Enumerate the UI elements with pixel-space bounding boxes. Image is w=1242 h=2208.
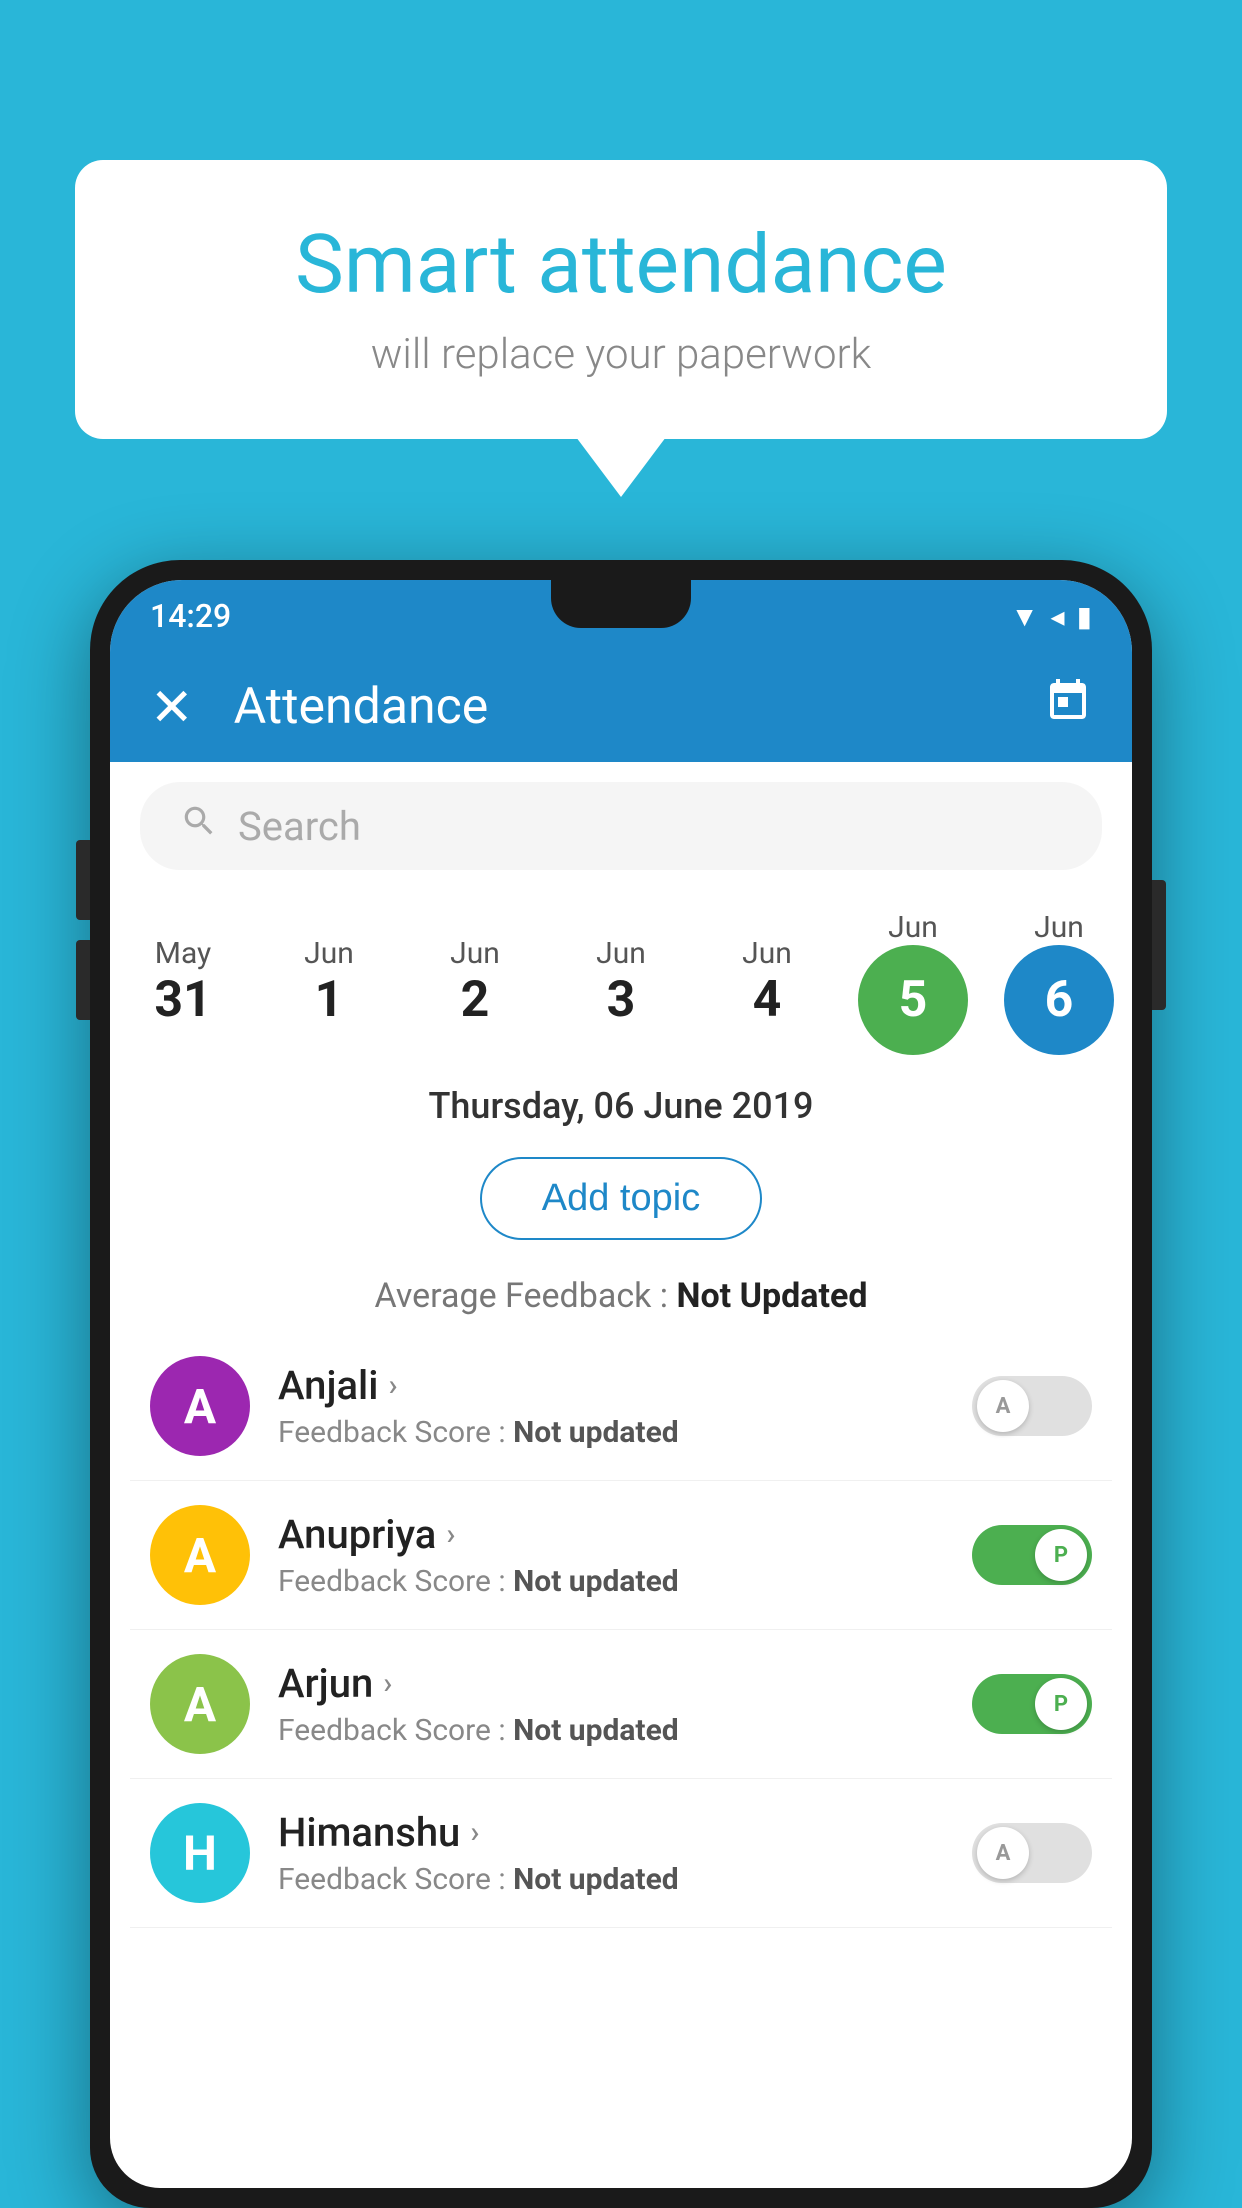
chevron-right-icon: ›	[446, 1517, 455, 1552]
speech-bubble-subtitle: will replace your paperwork	[155, 330, 1087, 379]
student-feedback-score: Feedback Score : Not updated	[278, 1564, 944, 1599]
student-name: Anupriya ›	[278, 1511, 944, 1558]
toggle-knob: P	[1035, 1678, 1087, 1730]
chevron-right-icon: ›	[470, 1815, 479, 1850]
status-time: 14:29	[150, 597, 231, 635]
avatar: A	[150, 1356, 250, 1456]
calendar-day-0[interactable]: May31	[118, 936, 248, 1029]
attendance-toggle-1[interactable]: P	[972, 1525, 1092, 1585]
selected-date-label: Thursday, 06 June 2019	[110, 1065, 1132, 1137]
calendar-day-number: 2	[410, 971, 540, 1029]
wifi-icon: ▼	[1011, 600, 1039, 633]
student-info: Himanshu › Feedback Score : Not updated	[278, 1809, 944, 1897]
calendar-month-label: Jun	[702, 936, 832, 971]
toggle-knob: A	[977, 1380, 1029, 1432]
speech-bubble-container: Smart attendance will replace your paper…	[75, 160, 1167, 497]
app-bar: ✕ Attendance	[110, 652, 1132, 762]
speech-bubble-arrow	[576, 437, 666, 497]
avatar: A	[150, 1505, 250, 1605]
app-bar-title: Attendance	[234, 678, 1044, 736]
status-icons: ▼ ◂ ▮	[1011, 600, 1092, 633]
status-bar: 14:29 ▼ ◂ ▮	[110, 580, 1132, 652]
avg-feedback-value: Not Updated	[676, 1276, 867, 1316]
notch	[551, 580, 691, 628]
speech-bubble: Smart attendance will replace your paper…	[75, 160, 1167, 439]
student-feedback-score: Feedback Score : Not updated	[278, 1862, 944, 1897]
average-feedback: Average Feedback : Not Updated	[110, 1260, 1132, 1332]
phone-screen: 14:29 ▼ ◂ ▮ ✕ Attendance S	[110, 580, 1132, 2188]
calendar-day-2[interactable]: Jun2	[410, 936, 540, 1029]
close-button[interactable]: ✕	[150, 677, 194, 738]
search-icon	[180, 802, 218, 850]
student-feedback-score: Feedback Score : Not updated	[278, 1415, 944, 1450]
calendar-month-label: May	[118, 936, 248, 971]
phone-frame: 14:29 ▼ ◂ ▮ ✕ Attendance S	[90, 560, 1152, 2208]
student-info: Anjali › Feedback Score : Not updated	[278, 1362, 944, 1450]
calendar-day-4[interactable]: Jun4	[702, 936, 832, 1029]
student-info: Anupriya › Feedback Score : Not updated	[278, 1511, 944, 1599]
calendar-day-number: 31	[118, 971, 248, 1029]
toggle-knob: A	[977, 1827, 1029, 1879]
student-row-1[interactable]: A Anupriya › Feedback Score : Not updated P	[130, 1481, 1112, 1630]
avatar: A	[150, 1654, 250, 1754]
student-name: Arjun ›	[278, 1660, 944, 1707]
student-name: Anjali ›	[278, 1362, 944, 1409]
calendar-icon[interactable]	[1044, 677, 1092, 737]
student-feedback-score: Feedback Score : Not updated	[278, 1713, 944, 1748]
calendar-month-label: Jun	[556, 936, 686, 971]
avg-feedback-label: Average Feedback :	[375, 1276, 669, 1316]
attendance-toggle-2[interactable]: P	[972, 1674, 1092, 1734]
power-button[interactable]	[1152, 880, 1166, 1010]
volume-down-button[interactable]	[76, 940, 90, 1020]
battery-icon: ▮	[1077, 600, 1092, 633]
toggle-knob: P	[1035, 1529, 1087, 1581]
student-row-3[interactable]: H Himanshu › Feedback Score : Not updated A	[130, 1779, 1112, 1928]
calendar-day-number: 4	[702, 971, 832, 1029]
volume-up-button[interactable]	[76, 840, 90, 920]
student-name: Himanshu ›	[278, 1809, 944, 1856]
student-row-0[interactable]: A Anjali › Feedback Score : Not updated A	[130, 1332, 1112, 1481]
student-info: Arjun › Feedback Score : Not updated	[278, 1660, 944, 1748]
avatar: H	[150, 1803, 250, 1903]
search-placeholder: Search	[238, 803, 361, 850]
calendar-day-1[interactable]: Jun1	[264, 936, 394, 1029]
calendar-month-label: Jun	[848, 910, 978, 945]
search-bar[interactable]: Search	[140, 782, 1102, 870]
calendar-day-6[interactable]: Jun6	[994, 910, 1124, 1055]
add-topic-button[interactable]: Add topic	[480, 1157, 762, 1240]
calendar-day-5[interactable]: Jun5	[848, 910, 978, 1055]
chevron-right-icon: ›	[388, 1368, 397, 1403]
speech-bubble-title: Smart attendance	[155, 220, 1087, 310]
student-row-2[interactable]: A Arjun › Feedback Score : Not updated P	[130, 1630, 1112, 1779]
calendar-month-label: Jun	[410, 936, 540, 971]
attendance-toggle-0[interactable]: A	[972, 1376, 1092, 1436]
chevron-right-icon: ›	[383, 1666, 392, 1701]
calendar-day-number: 3	[556, 971, 686, 1029]
student-list: AAnjali ›Feedback Score : Not updatedAAA…	[110, 1332, 1132, 1928]
calendar-month-label: Jun	[264, 936, 394, 971]
signal-icon: ◂	[1051, 600, 1065, 633]
calendar-row: May31Jun1Jun2Jun3Jun4Jun5Jun6	[110, 890, 1132, 1065]
calendar-day-number: 1	[264, 971, 394, 1029]
calendar-month-label: Jun	[994, 910, 1124, 945]
calendar-day-3[interactable]: Jun3	[556, 936, 686, 1029]
attendance-toggle-3[interactable]: A	[972, 1823, 1092, 1883]
